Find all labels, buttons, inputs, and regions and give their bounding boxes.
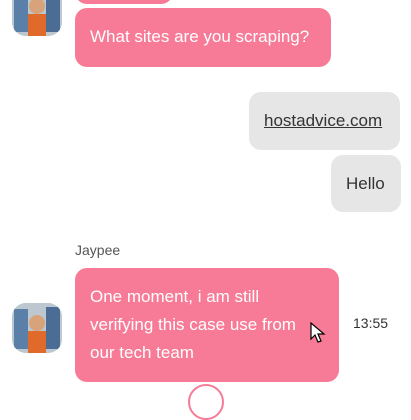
agent-message-bubble: What sites are you scraping?	[75, 8, 331, 67]
user-message-bubble: Hello	[331, 155, 401, 212]
agent-avatar-icon	[12, 0, 62, 36]
message-timestamp: 13:55	[353, 315, 389, 331]
message-link[interactable]: hostadvice.com	[264, 111, 382, 130]
mouse-cursor-icon	[310, 322, 326, 343]
sender-name: Jaypee	[75, 242, 121, 258]
user-message-bubble: hostadvice.com	[249, 92, 400, 150]
message-text: What sites are you scraping?	[90, 27, 310, 46]
message-text: Hello	[346, 174, 385, 193]
message-text: One moment, i am still verifying this ca…	[90, 287, 296, 362]
previous-agent-bubble-partial	[75, 0, 173, 4]
agent-avatar-icon	[12, 303, 62, 353]
scroll-indicator-partial[interactable]	[188, 384, 224, 420]
agent-message-bubble: One moment, i am still verifying this ca…	[75, 268, 339, 382]
